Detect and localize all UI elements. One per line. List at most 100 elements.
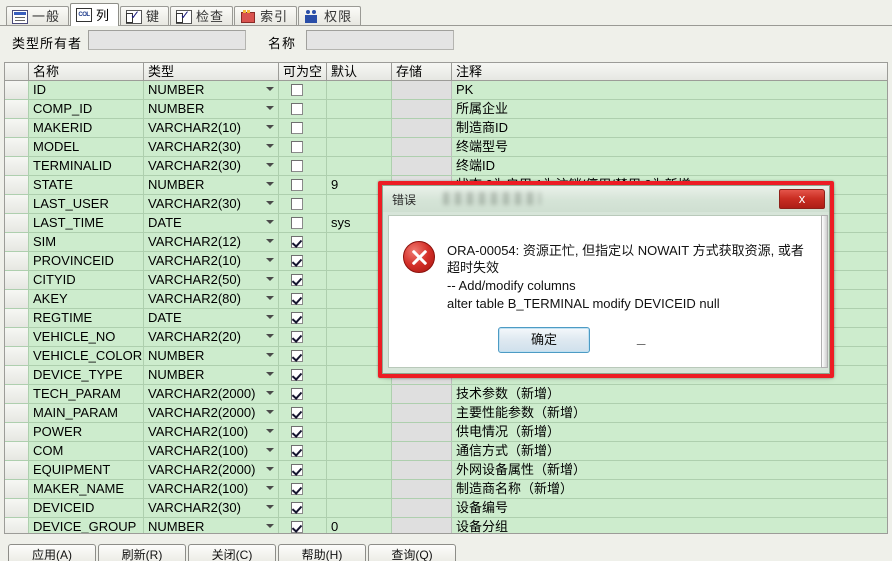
- cell-default[interactable]: [327, 157, 392, 175]
- nullable-checkbox[interactable]: [291, 312, 303, 324]
- cell-data-type[interactable]: NUMBER: [144, 347, 279, 365]
- row-selector[interactable]: [5, 252, 29, 270]
- cell-storage[interactable]: [392, 404, 452, 422]
- row-selector[interactable]: [5, 461, 29, 479]
- chevron-down-icon[interactable]: [266, 429, 274, 433]
- cell-nullable[interactable]: [279, 176, 327, 194]
- chevron-down-icon[interactable]: [266, 334, 274, 338]
- chevron-down-icon[interactable]: [266, 163, 274, 167]
- cell-nullable[interactable]: [279, 366, 327, 384]
- nullable-checkbox[interactable]: [291, 426, 303, 438]
- cell-default[interactable]: [327, 81, 392, 99]
- table-row[interactable]: MAIN_PARAM VARCHAR2(2000) 主要性能参数（新增）: [5, 404, 887, 423]
- nullable-checkbox[interactable]: [291, 217, 303, 229]
- row-selector[interactable]: [5, 328, 29, 346]
- cell-comment[interactable]: 技术参数（新增）: [452, 385, 887, 403]
- chevron-down-icon[interactable]: [266, 372, 274, 376]
- cell-column-name[interactable]: DEVICEID: [29, 499, 144, 517]
- cell-data-type[interactable]: VARCHAR2(50): [144, 271, 279, 289]
- row-selector[interactable]: [5, 309, 29, 327]
- cell-data-type[interactable]: VARCHAR2(10): [144, 119, 279, 137]
- cell-storage[interactable]: [392, 157, 452, 175]
- row-selector[interactable]: [5, 404, 29, 422]
- header-type[interactable]: 类型: [144, 63, 279, 80]
- chevron-down-icon[interactable]: [266, 144, 274, 148]
- cell-comment[interactable]: 外网设备属性（新增）: [452, 461, 887, 479]
- tab-4[interactable]: 索引: [234, 6, 298, 26]
- cell-column-name[interactable]: DEVICE_TYPE: [29, 366, 144, 384]
- header-default[interactable]: 默认: [327, 63, 392, 80]
- table-row[interactable]: MAKER_NAME VARCHAR2(100) 制造商名称（新增）: [5, 480, 887, 499]
- tab-5[interactable]: 权限: [298, 6, 362, 26]
- table-row[interactable]: ID NUMBER PK: [5, 81, 887, 100]
- header-name[interactable]: 名称: [29, 63, 144, 80]
- nullable-checkbox[interactable]: [291, 122, 303, 134]
- cell-nullable[interactable]: [279, 233, 327, 251]
- chevron-down-icon[interactable]: [266, 524, 274, 528]
- cell-nullable[interactable]: [279, 442, 327, 460]
- cell-comment[interactable]: 所属企业: [452, 100, 887, 118]
- row-selector[interactable]: [5, 138, 29, 156]
- chevron-down-icon[interactable]: [266, 296, 274, 300]
- cell-comment[interactable]: 供电情况（新增）: [452, 423, 887, 441]
- cell-data-type[interactable]: VARCHAR2(2000): [144, 404, 279, 422]
- cell-column-name[interactable]: EQUIPMENT: [29, 461, 144, 479]
- nullable-checkbox[interactable]: [291, 502, 303, 514]
- row-selector[interactable]: [5, 214, 29, 232]
- chevron-down-icon[interactable]: [266, 448, 274, 452]
- table-row[interactable]: POWER VARCHAR2(100) 供电情况（新增）: [5, 423, 887, 442]
- table-row[interactable]: MAKERID VARCHAR2(10) 制造商ID: [5, 119, 887, 138]
- chevron-down-icon[interactable]: [266, 315, 274, 319]
- tab-1[interactable]: COL 列: [70, 3, 120, 26]
- row-selector[interactable]: [5, 499, 29, 517]
- cell-nullable[interactable]: [279, 461, 327, 479]
- chevron-down-icon[interactable]: [266, 505, 274, 509]
- cell-data-type[interactable]: VARCHAR2(100): [144, 480, 279, 498]
- cell-data-type[interactable]: NUMBER: [144, 176, 279, 194]
- cell-default[interactable]: [327, 138, 392, 156]
- cell-data-type[interactable]: VARCHAR2(2000): [144, 385, 279, 403]
- row-selector[interactable]: [5, 100, 29, 118]
- cell-comment[interactable]: 制造商ID: [452, 119, 887, 137]
- cell-nullable[interactable]: [279, 271, 327, 289]
- cell-column-name[interactable]: POWER: [29, 423, 144, 441]
- cell-column-name[interactable]: REGTIME: [29, 309, 144, 327]
- cell-nullable[interactable]: [279, 214, 327, 232]
- row-selector[interactable]: [5, 442, 29, 460]
- footer-button-2[interactable]: 关闭(C): [188, 544, 276, 561]
- table-row[interactable]: EQUIPMENT VARCHAR2(2000) 外网设备属性（新增）: [5, 461, 887, 480]
- cell-storage[interactable]: [392, 518, 452, 533]
- cell-default[interactable]: [327, 385, 392, 403]
- cell-data-type[interactable]: VARCHAR2(30): [144, 499, 279, 517]
- cell-comment[interactable]: 终端型号: [452, 138, 887, 156]
- cell-nullable[interactable]: [279, 499, 327, 517]
- cell-column-name[interactable]: MODEL: [29, 138, 144, 156]
- cell-comment[interactable]: 设备编号: [452, 499, 887, 517]
- cell-column-name[interactable]: MAIN_PARAM: [29, 404, 144, 422]
- cell-default[interactable]: 0: [327, 518, 392, 533]
- cell-nullable[interactable]: [279, 423, 327, 441]
- ok-button[interactable]: 确定: [498, 327, 590, 353]
- cell-storage[interactable]: [392, 81, 452, 99]
- header-nullable[interactable]: 可为空: [279, 63, 327, 80]
- footer-button-4[interactable]: 查询(Q): [368, 544, 456, 561]
- cell-data-type[interactable]: VARCHAR2(10): [144, 252, 279, 270]
- row-selector[interactable]: [5, 195, 29, 213]
- cell-column-name[interactable]: MAKERID: [29, 119, 144, 137]
- dialog-title-bar[interactable]: 错误 x: [383, 186, 829, 212]
- header-storage[interactable]: 存储: [392, 63, 452, 80]
- cell-data-type[interactable]: NUMBER: [144, 81, 279, 99]
- chevron-down-icon[interactable]: [266, 125, 274, 129]
- cell-data-type[interactable]: DATE: [144, 309, 279, 327]
- chevron-down-icon[interactable]: [266, 87, 274, 91]
- cell-column-name[interactable]: PROVINCEID: [29, 252, 144, 270]
- cell-data-type[interactable]: NUMBER: [144, 100, 279, 118]
- cell-storage[interactable]: [392, 423, 452, 441]
- nullable-checkbox[interactable]: [291, 274, 303, 286]
- row-selector[interactable]: [5, 290, 29, 308]
- cell-nullable[interactable]: [279, 328, 327, 346]
- row-selector[interactable]: [5, 233, 29, 251]
- row-selector[interactable]: [5, 366, 29, 384]
- type-owner-input[interactable]: [88, 30, 246, 50]
- chevron-down-icon[interactable]: [266, 277, 274, 281]
